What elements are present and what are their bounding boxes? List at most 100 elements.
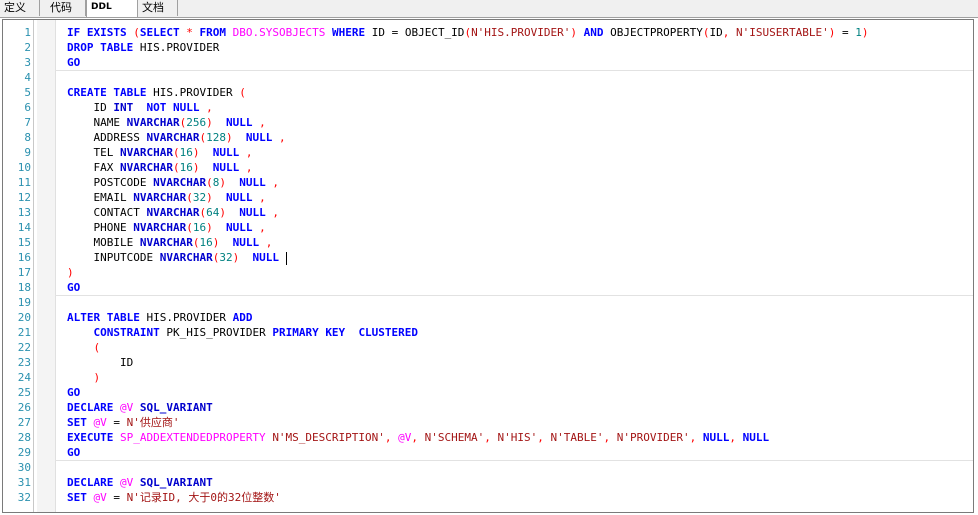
line-number: 24 [17, 371, 31, 384]
code-line[interactable]: 23 ID [3, 355, 973, 370]
code-line[interactable]: 8 ADDRESS NVARCHAR(128) NULL , [3, 130, 973, 145]
line-number: 17 [17, 266, 31, 279]
code-text[interactable]: GO [67, 280, 80, 295]
code-text[interactable]: POSTCODE NVARCHAR(8) NULL , [67, 175, 278, 190]
line-number: 29 [17, 446, 31, 459]
line-number: 31 [17, 476, 31, 489]
code-line[interactable]: 21 CONSTRAINT PK_HIS_PROVIDER PRIMARY KE… [3, 325, 973, 340]
code-line[interactable]: 18 GO [3, 280, 973, 295]
code-text[interactable]: ADDRESS NVARCHAR(128) NULL , [67, 130, 285, 145]
line-number: 26 [17, 401, 31, 414]
code-line[interactable]: 27 SET @V = N'供应商' [3, 415, 973, 430]
line-number: 5 [24, 86, 31, 99]
tab-code[interactable]: 代码 [46, 0, 86, 16]
code-text[interactable]: ) [67, 370, 101, 385]
code-text[interactable]: IF EXISTS (SELECT * FROM DBO.SYSOBJECTS … [67, 25, 868, 40]
code-line[interactable]: 11 POSTCODE NVARCHAR(8) NULL , [3, 175, 973, 190]
code-text[interactable]: GO [67, 55, 80, 70]
code-line[interactable]: 6 ID INT NOT NULL , [3, 100, 973, 115]
code-text[interactable]: INPUTCODE NVARCHAR(32) NULL [67, 250, 287, 265]
code-area[interactable]: 1 IF EXISTS (SELECT * FROM DBO.SYSOBJECTS… [3, 25, 973, 505]
code-line[interactable]: 9 TEL NVARCHAR(16) NULL , [3, 145, 973, 160]
line-number: 27 [17, 416, 31, 429]
code-line[interactable]: 32 SET @V = N'记录ID, 大于0的32位整数' [3, 490, 973, 505]
code-text[interactable]: DECLARE @V SQL_VARIANT [67, 475, 213, 490]
code-line[interactable]: 20 ALTER TABLE HIS.PROVIDER ADD [3, 310, 973, 325]
text-cursor [285, 251, 287, 265]
code-text[interactable]: MOBILE NVARCHAR(16) NULL , [67, 235, 272, 250]
line-number: 19 [17, 296, 31, 309]
line-number: 9 [24, 146, 31, 159]
line-number: 21 [17, 326, 31, 339]
line-number: 22 [17, 341, 31, 354]
code-text[interactable]: EXECUTE SP_ADDEXTENDEDPROPERTY N'MS_DESC… [67, 430, 769, 445]
line-number: 1 [24, 26, 31, 39]
line-number: 6 [24, 101, 31, 114]
code-text[interactable]: CREATE TABLE HIS.PROVIDER ( [67, 85, 246, 100]
code-text[interactable]: PHONE NVARCHAR(16) NULL , [67, 220, 265, 235]
tab-definition[interactable]: 定义 [0, 0, 40, 16]
code-text[interactable]: CONTACT NVARCHAR(64) NULL , [67, 205, 278, 220]
code-line[interactable]: 1 IF EXISTS (SELECT * FROM DBO.SYSOBJECTS… [3, 25, 973, 40]
code-line[interactable]: 29 GO [3, 445, 973, 460]
code-line[interactable]: 17) [3, 265, 973, 280]
code-text[interactable]: TEL NVARCHAR(16) NULL , [67, 145, 252, 160]
code-text[interactable]: ALTER TABLE HIS.PROVIDER ADD [67, 310, 252, 325]
tab-documentation[interactable]: 文档 [138, 0, 178, 16]
sql-code-editor[interactable]: 1 IF EXISTS (SELECT * FROM DBO.SYSOBJECTS… [2, 19, 974, 513]
line-number: 16 [17, 251, 31, 264]
code-line[interactable]: 5 CREATE TABLE HIS.PROVIDER ( [3, 85, 973, 100]
code-line[interactable]: 14 PHONE NVARCHAR(16) NULL , [3, 220, 973, 235]
code-line[interactable]: 26 DECLARE @V SQL_VARIANT [3, 400, 973, 415]
code-text[interactable]: GO [67, 385, 80, 400]
code-line[interactable]: 22 ( [3, 340, 973, 355]
code-line[interactable]: 12 EMAIL NVARCHAR(32) NULL , [3, 190, 973, 205]
code-text[interactable]: ) [67, 265, 74, 280]
code-text[interactable]: ( [67, 340, 101, 355]
code-line[interactable]: 28 EXECUTE SP_ADDEXTENDEDPROPERTY N'MS_DE… [3, 430, 973, 445]
line-number: 14 [17, 221, 31, 234]
code-line[interactable]: 30 [3, 460, 973, 475]
code-line[interactable]: 15 MOBILE NVARCHAR(16) NULL , [3, 235, 973, 250]
code-line[interactable]: 25 GO [3, 385, 973, 400]
code-line[interactable]: 4 [3, 70, 973, 85]
code-text[interactable]: FAX NVARCHAR(16) NULL , [67, 160, 252, 175]
line-number: 13 [17, 206, 31, 219]
line-number: 30 [17, 461, 31, 474]
code-line[interactable]: 16 INPUTCODE NVARCHAR(32) NULL [3, 250, 973, 265]
line-number: 11 [17, 176, 31, 189]
code-text[interactable]: SET @V = N'记录ID, 大于0的32位整数' [67, 490, 281, 505]
code-text[interactable]: DECLARE @V SQL_VARIANT [67, 400, 213, 415]
code-text[interactable]: CONSTRAINT PK_HIS_PROVIDER PRIMARY KEY C… [67, 325, 419, 340]
code-text[interactable]: ID INT NOT NULL , [67, 100, 212, 115]
code-text[interactable]: EMAIL NVARCHAR(32) NULL , [67, 190, 265, 205]
line-number: 28 [17, 431, 31, 444]
line-number: 25 [17, 386, 31, 399]
line-number: 8 [24, 131, 31, 144]
code-text[interactable]: GO [67, 445, 80, 460]
code-text[interactable]: NAME NVARCHAR(256) NULL , [67, 115, 265, 130]
line-number: 4 [24, 71, 31, 84]
line-number: 23 [17, 356, 31, 369]
line-number: 7 [24, 116, 31, 129]
code-line[interactable]: 7 NAME NVARCHAR(256) NULL , [3, 115, 973, 130]
code-line[interactable]: 19 [3, 295, 973, 310]
code-line[interactable]: 10 FAX NVARCHAR(16) NULL , [3, 160, 973, 175]
tab-ddl[interactable]: DDL [86, 0, 138, 17]
code-text[interactable]: SET @V = N'供应商' [67, 415, 180, 430]
line-number: 2 [24, 41, 31, 54]
line-number: 20 [17, 311, 31, 324]
code-text[interactable]: ID [67, 355, 133, 370]
tab-bar: 定义 代码 DDL 文档 [0, 0, 978, 18]
code-line[interactable]: 13 CONTACT NVARCHAR(64) NULL , [3, 205, 973, 220]
line-number: 15 [17, 236, 31, 249]
line-number: 10 [17, 161, 31, 174]
code-text[interactable]: DROP TABLE HIS.PROVIDER [67, 40, 219, 55]
line-number: 3 [24, 56, 31, 69]
line-number: 32 [17, 491, 31, 504]
code-line[interactable]: 31 DECLARE @V SQL_VARIANT [3, 475, 973, 490]
code-line[interactable]: 24 ) [3, 370, 973, 385]
code-line[interactable]: 3 GO [3, 55, 973, 70]
code-line[interactable]: 2 DROP TABLE HIS.PROVIDER [3, 40, 973, 55]
line-number: 18 [17, 281, 31, 294]
